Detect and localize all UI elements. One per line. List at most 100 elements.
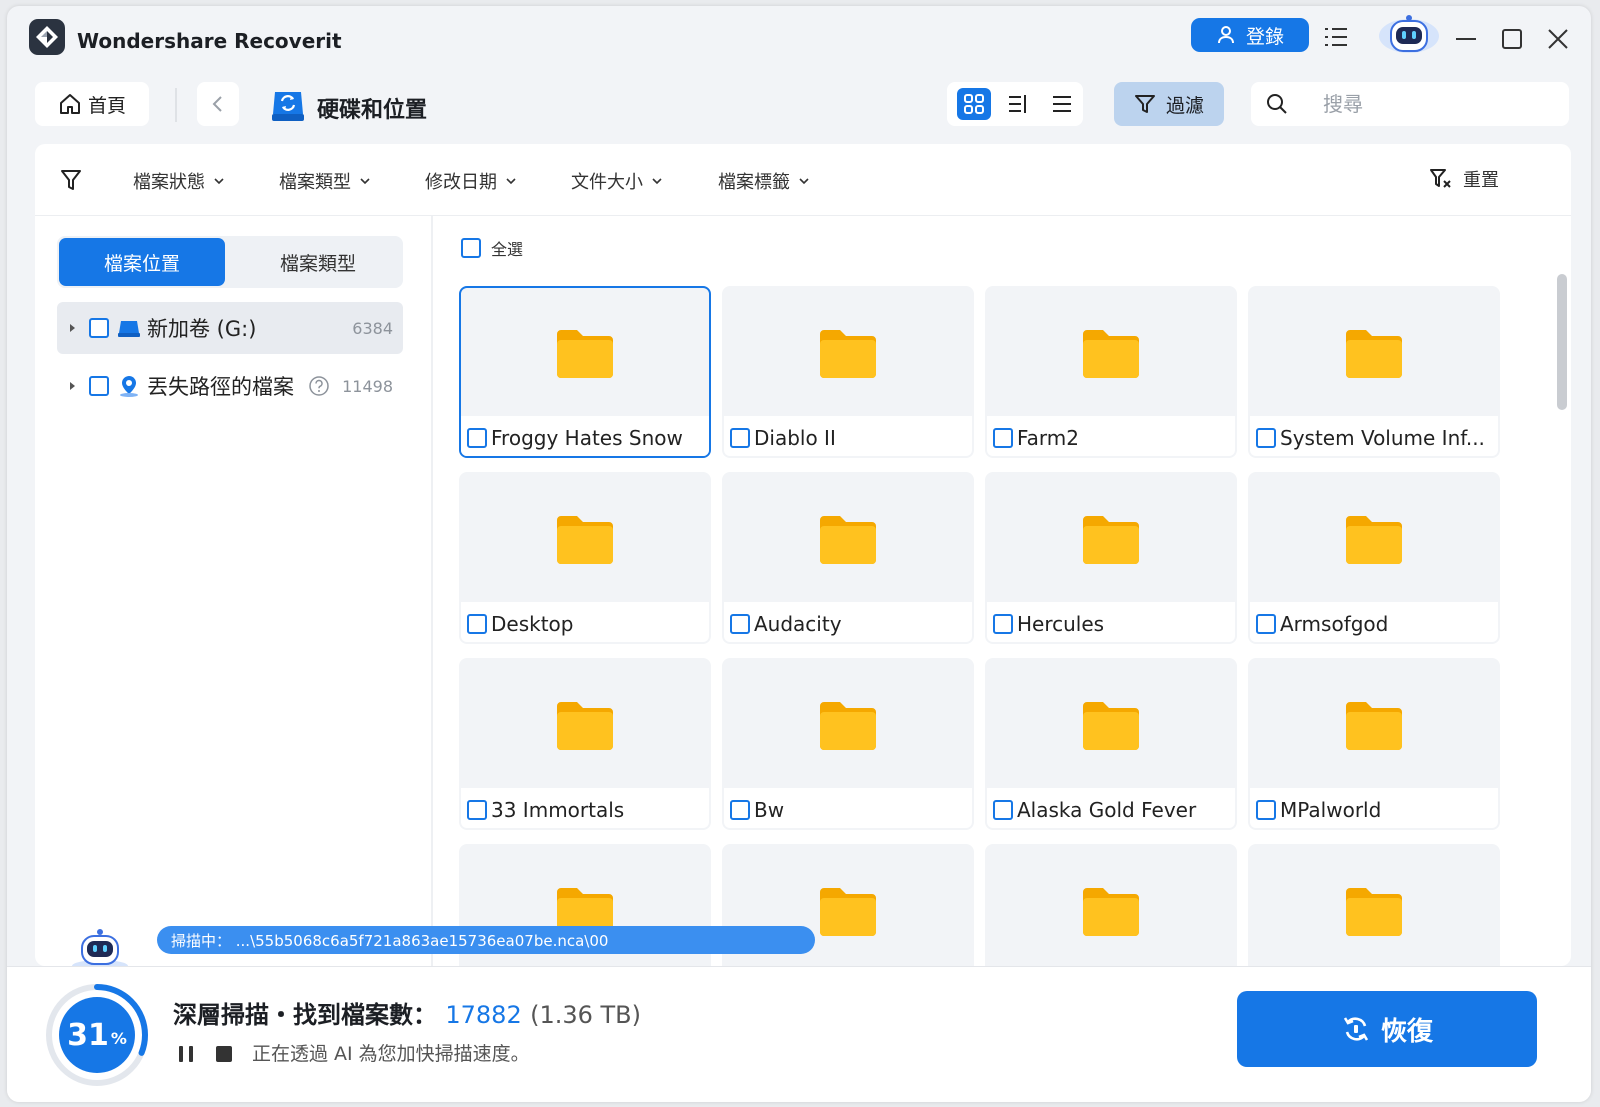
folder-label-row: Hercules — [987, 602, 1235, 642]
folder-card[interactable]: Desktop — [459, 472, 711, 644]
filter-file-type[interactable]: 檔案類型 — [279, 168, 371, 194]
tree-item-lost-path-files[interactable]: 丟失路徑的檔案 11498 — [57, 360, 403, 412]
home-button[interactable]: 首頁 — [35, 82, 149, 126]
tree-item-drive-g[interactable]: 新加卷 (G:) 6384 — [57, 302, 403, 354]
filter-icon[interactable] — [59, 168, 83, 192]
folder-checkbox[interactable] — [1256, 800, 1276, 820]
select-all-checkbox[interactable] — [461, 238, 481, 258]
select-all[interactable]: 全選 — [461, 236, 523, 260]
folder-name: System Volume Inf... — [1280, 426, 1485, 450]
chevron-down-icon — [360, 178, 370, 185]
folder-checkbox[interactable] — [467, 800, 487, 820]
filter-file-status[interactable]: 檔案狀態 — [133, 168, 225, 194]
folder-checkbox[interactable] — [993, 614, 1013, 634]
robot-avatar-icon[interactable] — [1377, 12, 1441, 58]
folder-card[interactable]: 33 Immortals — [459, 658, 711, 830]
reset-filter-button[interactable]: 重置 — [1429, 166, 1499, 192]
folder-label-row: Desktop — [461, 602, 709, 642]
app-window: Wondershare Recoverit 登錄 首頁 硬碟和位置 過濾 搜尋 … — [7, 6, 1591, 1102]
search-icon — [1267, 94, 1287, 114]
main-panel: 檔案狀態 檔案類型 修改日期 文件大小 檔案標籤 重置 檔案位置 檔案類型 新加… — [35, 144, 1571, 966]
folder-checkbox[interactable] — [467, 614, 487, 634]
minimize-icon[interactable] — [1451, 24, 1481, 54]
folder-label-row: 33 Immortals — [461, 788, 709, 828]
list-icon[interactable] — [1321, 22, 1351, 52]
caret-right-icon[interactable] — [67, 323, 77, 333]
folder-card[interactable]: System Volume Inf... — [1248, 286, 1500, 458]
folder-card[interactable] — [1248, 844, 1500, 966]
scan-found-size: (1.36 TB) — [530, 1001, 641, 1029]
app-title: Wondershare Recoverit — [77, 29, 342, 53]
grid-view-button[interactable] — [957, 88, 991, 120]
folder-checkbox[interactable] — [1256, 614, 1276, 634]
back-button[interactable] — [197, 82, 239, 126]
folder-card[interactable]: Farm2 — [985, 286, 1237, 458]
list-view-icon — [1009, 95, 1026, 113]
folder-icon — [820, 516, 876, 564]
folder-thumbnail — [1250, 660, 1498, 788]
folder-card[interactable]: Armsofgod — [1248, 472, 1500, 644]
folder-checkbox[interactable] — [467, 428, 487, 448]
details-view-icon — [1053, 96, 1071, 112]
folder-card[interactable]: Froggy Hates Snow — [459, 286, 711, 458]
tab-file-type[interactable]: 檔案類型 — [235, 238, 401, 286]
recover-button[interactable]: 恢復 — [1237, 991, 1537, 1067]
maximize-icon[interactable] — [1497, 24, 1527, 54]
filter-file-type-label: 檔案類型 — [279, 172, 351, 193]
folder-name: Armsofgod — [1280, 612, 1389, 636]
details-view-button[interactable] — [1045, 88, 1079, 120]
folder-thumbnail — [461, 288, 709, 416]
help-icon[interactable] — [308, 375, 330, 397]
stop-icon[interactable] — [213, 1043, 235, 1065]
folder-checkbox[interactable] — [730, 800, 750, 820]
location-title: 硬碟和位置 — [317, 98, 428, 123]
folder-name: Alaska Gold Fever — [1017, 798, 1197, 822]
folder-icon — [1083, 702, 1139, 750]
filter-file-status-label: 檔案狀態 — [133, 172, 205, 193]
tab-file-location[interactable]: 檔案位置 — [59, 238, 225, 286]
search-box[interactable] — [1251, 82, 1569, 126]
filter-label: 過濾 — [1165, 94, 1204, 117]
folder-icon — [1346, 330, 1402, 378]
search-input[interactable] — [1323, 92, 1543, 116]
filter-file-size-label: 文件大小 — [571, 172, 643, 193]
list-view-button[interactable] — [1001, 88, 1035, 120]
folder-card[interactable]: Audacity — [722, 472, 974, 644]
filter-file-tag[interactable]: 檔案標籤 — [718, 168, 810, 194]
filter-button[interactable]: 過濾 — [1114, 82, 1224, 126]
folder-thumbnail — [1250, 288, 1498, 416]
folder-checkbox[interactable] — [993, 428, 1013, 448]
folder-card[interactable]: Bw — [722, 658, 974, 830]
chevron-down-icon — [799, 178, 809, 185]
scrollbar-thumb[interactable] — [1557, 274, 1567, 410]
filter-file-size[interactable]: 文件大小 — [571, 168, 663, 194]
folder-checkbox[interactable] — [1256, 428, 1276, 448]
folder-checkbox[interactable] — [993, 800, 1013, 820]
folder-thumbnail — [987, 660, 1235, 788]
tree-item-count: 11498 — [342, 376, 393, 396]
folder-name: 33 Immortals — [491, 798, 625, 822]
login-label: 登錄 — [1245, 25, 1284, 48]
close-icon[interactable] — [1543, 24, 1573, 54]
login-button[interactable]: 登錄 — [1191, 18, 1309, 52]
folder-checkbox[interactable] — [730, 428, 750, 448]
scan-title: 深層掃描・找到檔案數： — [173, 1001, 437, 1029]
drive-location-icon — [269, 86, 307, 124]
folder-icon — [1083, 330, 1139, 378]
folder-name: Hercules — [1017, 612, 1105, 636]
tree-item-checkbox[interactable] — [89, 318, 109, 338]
folder-card[interactable]: Alaska Gold Fever — [985, 658, 1237, 830]
folder-card[interactable] — [985, 844, 1237, 966]
caret-right-icon[interactable] — [67, 381, 77, 391]
folder-card[interactable]: Hercules — [985, 472, 1237, 644]
folder-checkbox[interactable] — [730, 614, 750, 634]
tree-item-checkbox[interactable] — [89, 376, 109, 396]
folder-label-row: System Volume Inf... — [1250, 416, 1498, 456]
sidebar: 檔案位置 檔案類型 新加卷 (G:) 6384 丟失路徑的檔案 11498 — [35, 216, 433, 966]
folder-card[interactable]: Diablo II — [722, 286, 974, 458]
folder-card[interactable]: MPalworld — [1248, 658, 1500, 830]
file-content-area: 全選 Froggy Hates Snow Diablo II Farm2 System… — [435, 216, 1571, 966]
folder-icon — [557, 330, 613, 378]
pause-icon[interactable] — [175, 1043, 197, 1065]
filter-modified-date[interactable]: 修改日期 — [425, 168, 517, 194]
